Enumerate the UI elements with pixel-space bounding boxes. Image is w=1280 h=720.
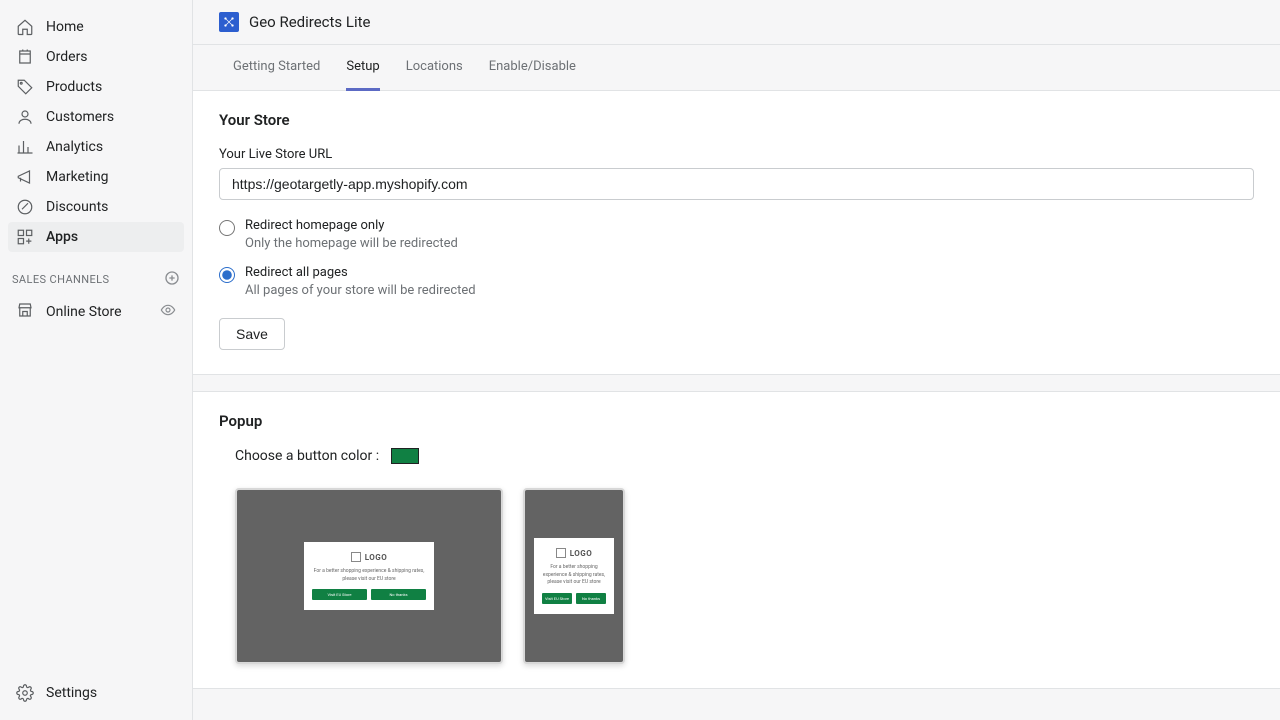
discounts-icon [16, 198, 34, 216]
analytics-icon [16, 138, 34, 156]
button-color-swatch[interactable] [391, 448, 419, 464]
image-placeholder-icon [351, 552, 361, 562]
nav-label: Discounts [46, 199, 108, 215]
popup-preview-card-mobile: LOGO For a better shopping experience & … [534, 538, 614, 614]
tab-setup[interactable]: Setup [346, 45, 379, 91]
popup-logo-text: LOGO [570, 549, 593, 558]
store-icon [16, 301, 34, 323]
main-area: Geo Redirects Lite Getting Started Setup… [192, 0, 1280, 720]
sidebar: Home Orders Products Customers Analytics… [0, 0, 192, 720]
your-store-title: Your Store [219, 111, 1254, 129]
channel-online-store[interactable]: Online Store [8, 295, 184, 329]
nav-label: Customers [46, 109, 114, 125]
products-icon [16, 78, 34, 96]
sales-channels-header: SALES CHANNELS [0, 252, 192, 295]
marketing-icon [16, 168, 34, 186]
image-placeholder-icon [556, 548, 566, 558]
nav-customers[interactable]: Customers [8, 102, 184, 132]
popup-preview-card: LOGO For a better shopping experience & … [304, 542, 434, 610]
nav-label: Marketing [46, 169, 109, 185]
nav-discounts[interactable]: Discounts [8, 192, 184, 222]
radio-homepage-only[interactable]: Redirect homepage only Only the homepage… [219, 218, 1254, 251]
add-channel-icon[interactable] [164, 270, 180, 289]
popup-btn-nothanks: No thanks [576, 593, 606, 604]
popup-body-text: For a better shopping experience & shipp… [542, 564, 606, 587]
popup-body-text: For a better shopping experience & shipp… [312, 568, 426, 583]
nav-marketing[interactable]: Marketing [8, 162, 184, 192]
nav-orders[interactable]: Orders [8, 42, 184, 72]
radio-homepage-only-input[interactable] [219, 220, 235, 236]
app-header: Geo Redirects Lite [193, 0, 1280, 44]
radio-desc: Only the homepage will be redirected [245, 236, 458, 251]
radio-all-pages-input[interactable] [219, 267, 235, 283]
nav-apps[interactable]: Apps [8, 222, 184, 252]
tab-locations[interactable]: Locations [406, 45, 463, 91]
radio-desc: All pages of your store will be redirect… [245, 283, 476, 298]
popup-title: Popup [219, 412, 1254, 430]
popup-btn-nothanks: No thanks [371, 589, 426, 600]
your-store-card: Your Store Your Live Store URL Redirect … [193, 91, 1280, 375]
settings-label: Settings [46, 685, 97, 701]
channels-header-text: SALES CHANNELS [12, 273, 109, 286]
store-url-label: Your Live Store URL [219, 147, 1254, 162]
save-button[interactable]: Save [219, 318, 285, 350]
gear-icon [16, 684, 34, 702]
preview-mobile: LOGO For a better shopping experience & … [523, 488, 625, 664]
app-logo-icon [219, 12, 239, 32]
preview-desktop: LOGO For a better shopping experience & … [235, 488, 503, 664]
nav-label: Home [46, 19, 84, 35]
color-label: Choose a button color : [235, 448, 379, 464]
tab-enable-disable[interactable]: Enable/Disable [489, 45, 576, 91]
radio-title: Redirect homepage only [245, 218, 458, 233]
nav-label: Orders [46, 49, 88, 65]
view-store-icon[interactable] [160, 302, 176, 322]
popup-btn-visit: Visit EU Store [542, 593, 572, 604]
nav-products[interactable]: Products [8, 72, 184, 102]
channel-label: Online Store [46, 304, 122, 320]
home-icon [16, 18, 34, 36]
nav-settings[interactable]: Settings [8, 678, 184, 708]
popup-btn-visit: Visit EU Store [312, 589, 367, 600]
radio-title: Redirect all pages [245, 265, 476, 280]
tab-getting-started[interactable]: Getting Started [233, 45, 320, 91]
content: Your Store Your Live Store URL Redirect … [193, 91, 1280, 720]
nav-label: Products [46, 79, 102, 95]
nav-label: Apps [46, 229, 78, 245]
popup-card: Popup Choose a button color : LOGO For a… [193, 391, 1280, 689]
customers-icon [16, 108, 34, 126]
radio-all-pages[interactable]: Redirect all pages All pages of your sto… [219, 265, 1254, 298]
nav-analytics[interactable]: Analytics [8, 132, 184, 162]
popup-logo-text: LOGO [365, 553, 388, 562]
store-url-input[interactable] [219, 168, 1254, 200]
tabs: Getting Started Setup Locations Enable/D… [193, 44, 1280, 91]
orders-icon [16, 48, 34, 66]
apps-icon [16, 228, 34, 246]
app-title: Geo Redirects Lite [249, 13, 370, 31]
nav-label: Analytics [46, 139, 103, 155]
nav-home[interactable]: Home [8, 12, 184, 42]
